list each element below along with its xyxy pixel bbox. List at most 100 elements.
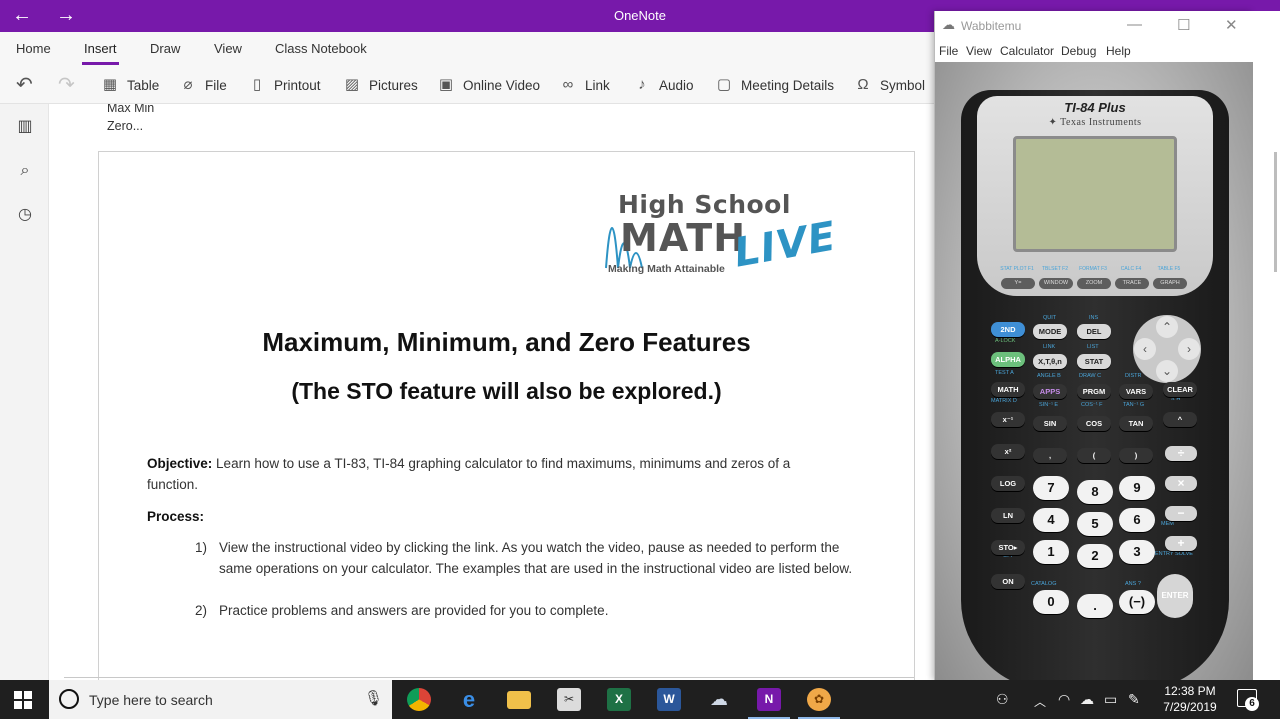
key-2[interactable]: 2: [1077, 544, 1113, 568]
key-2nd[interactable]: 2ND: [991, 322, 1025, 337]
battery-icon[interactable]: ▭: [1104, 691, 1117, 708]
key-zoom[interactable]: ZOOM: [1077, 278, 1111, 289]
key-clear[interactable]: CLEAR: [1163, 382, 1197, 397]
arrow-right-icon[interactable]: ›: [1178, 338, 1200, 360]
taskbar-app-tool[interactable]: ✂: [544, 680, 594, 719]
tab-home[interactable]: Home: [16, 41, 51, 56]
insert-printout-button[interactable]: ▯ Printout: [247, 75, 321, 95]
insert-symbol-button[interactable]: Ω Symbol: [853, 75, 925, 95]
key-ln[interactable]: LN: [991, 508, 1025, 523]
key-sin[interactable]: SIN: [1033, 416, 1067, 431]
key-on[interactable]: ON: [991, 574, 1025, 589]
notebooks-icon[interactable]: ▥: [14, 116, 36, 138]
pen-workspace-icon[interactable]: ✎: [1128, 691, 1140, 708]
taskbar-excel[interactable]: X: [594, 680, 644, 719]
key-prgm[interactable]: PRGM: [1077, 384, 1111, 399]
key-mode[interactable]: MODE: [1033, 324, 1067, 339]
scrollbar-thumb[interactable]: [1274, 152, 1277, 272]
key-decimal[interactable]: .: [1077, 594, 1113, 618]
page-canvas[interactable]: Max Min Zero... High School MATH LIVE Ma…: [50, 104, 934, 680]
recent-notes-clock-icon[interactable]: ◷: [14, 204, 36, 226]
key-math[interactable]: MATH: [991, 382, 1025, 397]
onedrive-cloud-icon[interactable]: ☁: [1080, 691, 1094, 708]
taskbar-chrome[interactable]: [394, 680, 444, 719]
minimize-icon[interactable]: —: [1127, 16, 1142, 33]
tab-insert[interactable]: Insert: [82, 41, 119, 65]
key-enter[interactable]: ENTER: [1157, 574, 1193, 618]
taskbar-edge[interactable]: e: [444, 680, 494, 719]
insert-audio-button[interactable]: ♪ Audio: [632, 75, 693, 95]
menu-help[interactable]: Help: [1106, 44, 1131, 58]
key-4[interactable]: 4: [1033, 508, 1069, 532]
arrow-down-icon[interactable]: ⌄: [1156, 360, 1178, 382]
taskbar-snipping[interactable]: ☁: [694, 680, 744, 719]
calculator-screen[interactable]: [1013, 136, 1177, 252]
microphone-icon[interactable]: 🎙: [364, 689, 383, 707]
insert-online-video-button[interactable]: ▣ Online Video: [436, 75, 540, 95]
key-subtract[interactable]: −: [1165, 506, 1197, 521]
key-right-paren[interactable]: ): [1119, 448, 1153, 463]
key-apps[interactable]: APPS: [1033, 384, 1067, 399]
redo-icon[interactable]: ↷: [58, 72, 75, 97]
taskbar-wabbitemu[interactable]: ✿: [794, 680, 844, 719]
tab-class-notebook[interactable]: Class Notebook: [275, 41, 367, 56]
meeting-details-button[interactable]: ▢ Meeting Details: [714, 75, 834, 95]
key-3[interactable]: 3: [1119, 540, 1155, 564]
key-log[interactable]: LOG: [991, 476, 1025, 491]
key-cos[interactable]: COS: [1077, 416, 1111, 431]
people-icon[interactable]: ⚇: [996, 691, 1009, 708]
key-square[interactable]: x²: [991, 444, 1025, 459]
taskbar-onenote[interactable]: N: [744, 680, 794, 719]
key-0[interactable]: 0: [1033, 590, 1069, 614]
key-multiply[interactable]: ×: [1165, 476, 1197, 491]
windows-start-icon[interactable]: [14, 691, 32, 709]
key-negative[interactable]: (−): [1119, 590, 1155, 614]
wifi-icon[interactable]: ◠: [1058, 691, 1070, 708]
menu-file[interactable]: File: [939, 44, 958, 58]
key-5[interactable]: 5: [1077, 512, 1113, 536]
key-9[interactable]: 9: [1119, 476, 1155, 500]
key-add[interactable]: +: [1165, 536, 1197, 551]
search-icon[interactable]: ⌕: [14, 160, 36, 182]
key-8[interactable]: 8: [1077, 480, 1113, 504]
key-sto[interactable]: STO▸: [991, 540, 1025, 555]
key-6[interactable]: 6: [1119, 508, 1155, 532]
key-graph[interactable]: GRAPH: [1153, 278, 1187, 289]
key-del[interactable]: DEL: [1077, 324, 1111, 339]
show-hidden-icons-chevron-icon[interactable]: ︿: [1034, 693, 1046, 710]
key-vars[interactable]: VARS: [1119, 384, 1153, 399]
key-7[interactable]: 7: [1033, 476, 1069, 500]
note-text-line-1[interactable]: Max Min: [107, 104, 154, 115]
key-comma[interactable]: ,: [1033, 448, 1067, 463]
key-x-t-theta-n[interactable]: X,T,θ,n: [1033, 354, 1067, 369]
menu-view[interactable]: View: [966, 44, 992, 58]
key-alpha[interactable]: ALPHA: [991, 352, 1025, 367]
key-power[interactable]: ^: [1163, 412, 1197, 427]
note-text-line-2[interactable]: Zero...: [107, 119, 143, 133]
key-left-paren[interactable]: (: [1077, 448, 1111, 463]
taskbar-file-explorer[interactable]: [494, 680, 544, 719]
menu-calculator[interactable]: Calculator: [1000, 44, 1054, 58]
menu-debug[interactable]: Debug: [1061, 44, 1096, 58]
page-scrollbar[interactable]: [1253, 11, 1280, 680]
taskbar-clock[interactable]: 12:38 PM 7/29/2019: [1150, 683, 1230, 715]
key-divide[interactable]: ÷: [1165, 446, 1197, 461]
taskbar-word[interactable]: W: [644, 680, 694, 719]
insert-link-button[interactable]: ∞ Link: [558, 75, 610, 95]
close-icon[interactable]: ✕: [1225, 16, 1238, 34]
tab-view[interactable]: View: [214, 41, 242, 56]
tab-draw[interactable]: Draw: [150, 41, 180, 56]
undo-icon[interactable]: ↶: [16, 72, 33, 97]
insert-table-button[interactable]: ▦ Table: [100, 75, 159, 95]
key-stat[interactable]: STAT: [1077, 354, 1111, 369]
insert-file-button[interactable]: ⌀ File: [178, 75, 226, 95]
taskbar-search-box[interactable]: Type here to search 🎙: [49, 680, 392, 719]
key-trace[interactable]: TRACE: [1115, 278, 1149, 289]
key-window[interactable]: WINDOW: [1039, 278, 1073, 289]
key-inverse[interactable]: x⁻¹: [991, 412, 1025, 427]
arrow-left-icon[interactable]: ‹: [1134, 338, 1156, 360]
arrow-up-icon[interactable]: ⌃: [1156, 316, 1178, 338]
maximize-icon[interactable]: ☐: [1177, 16, 1190, 34]
key-1[interactable]: 1: [1033, 540, 1069, 564]
insert-pictures-button[interactable]: ▨ Pictures: [342, 75, 418, 95]
